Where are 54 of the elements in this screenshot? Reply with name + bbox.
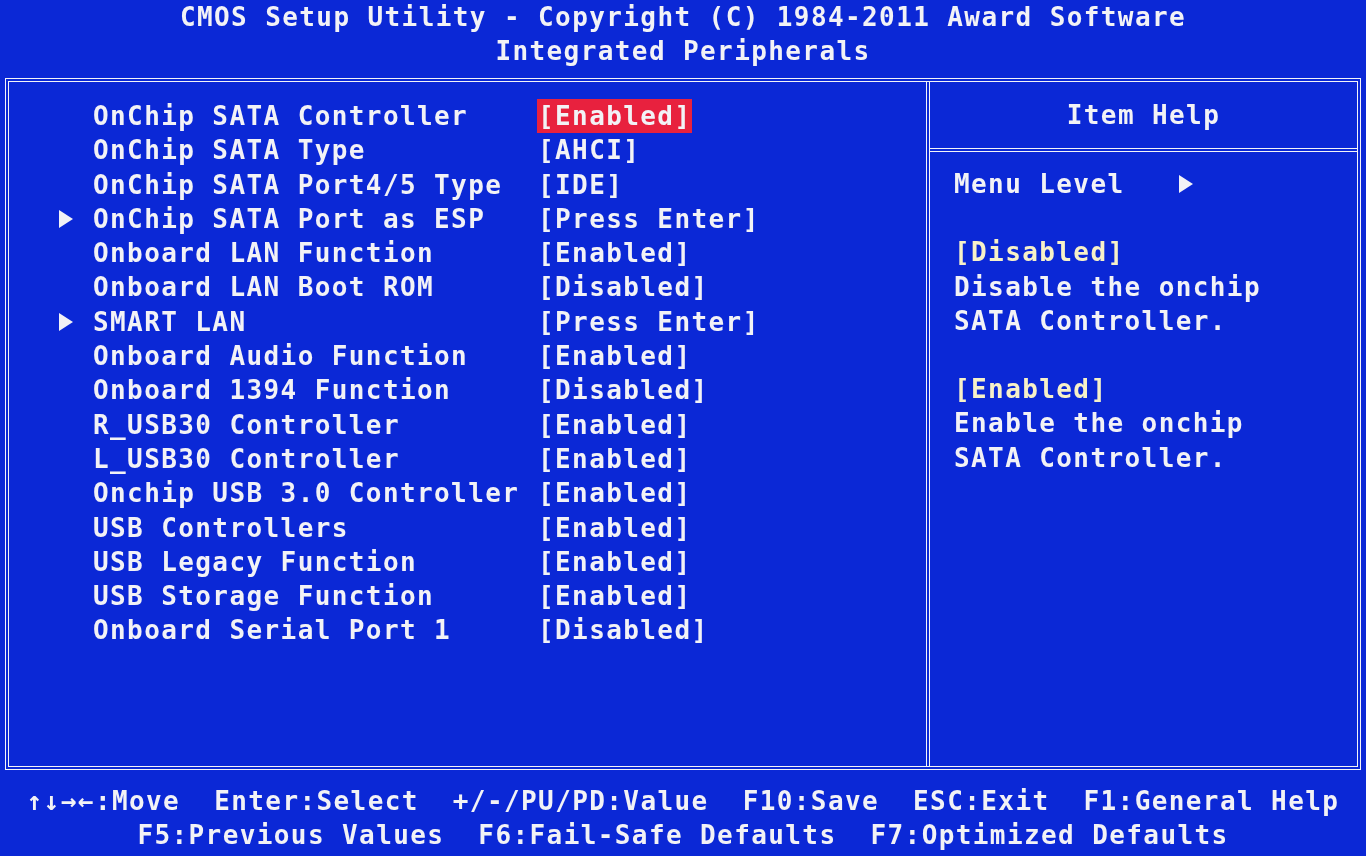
help-title: Item Help bbox=[1066, 98, 1221, 132]
setting-value[interactable]: [Enabled] bbox=[537, 407, 693, 442]
setting-value[interactable]: [IDE] bbox=[537, 167, 625, 202]
setting-value[interactable]: [Enabled] bbox=[537, 476, 693, 511]
key-hint: ESC:Exit bbox=[913, 785, 1050, 818]
menu-item[interactable]: SMART LAN bbox=[9, 304, 537, 340]
setting-value[interactable]: [AHCI] bbox=[537, 133, 642, 168]
setting-value[interactable]: [Enabled] bbox=[537, 579, 693, 614]
menu-item[interactable]: OnChip SATA Controller bbox=[9, 99, 537, 134]
triangle-icon bbox=[59, 312, 73, 331]
menu-item[interactable]: Onchip USB 3.0 Controller bbox=[9, 476, 537, 511]
help-text: Disable the onchip bbox=[954, 270, 1262, 304]
menu-item[interactable]: Onboard Serial Port 1 bbox=[9, 613, 537, 648]
menu-level-label: Menu Level bbox=[954, 168, 1125, 201]
menu-item[interactable]: Onboard LAN Boot ROM bbox=[9, 270, 537, 305]
key-hint: +/-/PU/PD:Value bbox=[452, 785, 709, 818]
help-option: [Disabled] bbox=[954, 235, 1357, 270]
menu-item[interactable]: Onboard Audio Function bbox=[9, 339, 537, 374]
menu-item[interactable]: OnChip SATA Port as ESP bbox=[9, 201, 537, 237]
setting-value[interactable]: [Enabled] bbox=[537, 544, 693, 580]
menu-item[interactable]: OnChip SATA Type bbox=[9, 133, 537, 168]
triangle-icon bbox=[59, 210, 73, 229]
key-hint: F1:General Help bbox=[1083, 785, 1340, 818]
key-hint: ↑↓→←:Move bbox=[26, 785, 181, 818]
setting-value[interactable]: [Enabled] bbox=[537, 510, 693, 545]
page-title: Integrated Peripherals bbox=[495, 35, 871, 68]
setting-value[interactable]: [Press Enter] bbox=[537, 304, 761, 340]
setting-value[interactable]: [Enabled] bbox=[537, 99, 693, 134]
menu-item[interactable]: Onboard 1394 Function bbox=[9, 373, 537, 408]
help-text: SATA Controller. bbox=[954, 304, 1228, 338]
menu-item[interactable]: Onboard LAN Function bbox=[9, 236, 537, 271]
menu-item[interactable]: OnChip SATA Port4/5 Type bbox=[9, 167, 537, 202]
setting-value[interactable]: [Enabled] bbox=[537, 441, 693, 477]
setting-value[interactable]: [Press Enter] bbox=[537, 201, 761, 237]
key-hint: F5:Previous Values bbox=[137, 819, 445, 853]
menu-item[interactable]: R_USB30 Controller bbox=[9, 407, 537, 442]
triangle-icon bbox=[1178, 175, 1193, 194]
menu-item[interactable]: USB Controllers bbox=[9, 510, 537, 545]
help-text: Enable the onchip bbox=[954, 407, 1245, 441]
menu-item[interactable]: USB Legacy Function bbox=[9, 544, 537, 580]
setting-value[interactable]: [Disabled] bbox=[537, 373, 710, 408]
menu-item[interactable]: USB Storage Function bbox=[9, 579, 537, 614]
screen-title: CMOS Setup Utility - Copyright (C) 1984-2011 Award Software bbox=[179, 1, 1187, 34]
help-option: [Enabled] bbox=[954, 372, 1357, 407]
help-text: SATA Controller. bbox=[954, 441, 1228, 475]
setting-value[interactable]: [Disabled] bbox=[537, 270, 710, 305]
key-hint: F10:Save bbox=[742, 785, 880, 818]
setting-value[interactable]: [Enabled] bbox=[537, 339, 693, 374]
setting-value[interactable]: [Enabled] bbox=[537, 236, 693, 271]
key-hint: Enter:Select bbox=[214, 785, 419, 818]
menu-item[interactable]: L_USB30 Controller bbox=[9, 441, 537, 477]
setting-value[interactable]: [Disabled] bbox=[537, 613, 710, 648]
key-hint: F7:Optimized Defaults bbox=[870, 819, 1229, 853]
key-hint: F6:Fail-Safe Defaults bbox=[478, 819, 837, 853]
